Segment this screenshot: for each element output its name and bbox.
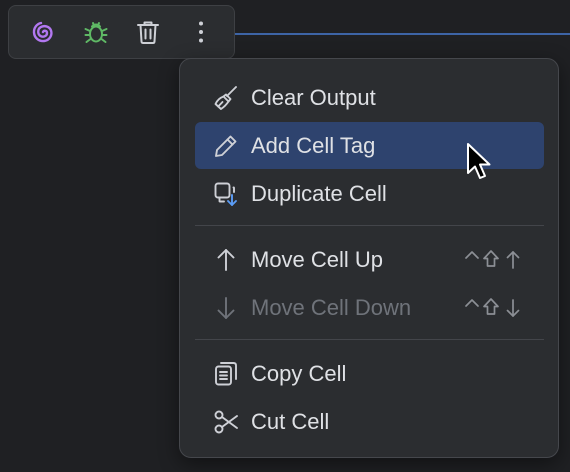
cell-boundary-line bbox=[232, 33, 570, 35]
menu-item-label: Cut Cell bbox=[251, 408, 330, 434]
menu-separator bbox=[195, 225, 544, 226]
menu-item-label: Duplicate Cell bbox=[251, 180, 387, 206]
spiral-icon bbox=[32, 21, 53, 43]
menu-separator bbox=[195, 339, 544, 340]
copy-icon bbox=[212, 360, 240, 388]
debug-button[interactable] bbox=[76, 12, 116, 52]
mouse-pointer-icon bbox=[466, 142, 492, 187]
menu-item-move-cell-up[interactable]: Move Cell Up bbox=[195, 236, 544, 283]
arrow-down-icon bbox=[212, 294, 240, 322]
pencil-icon bbox=[212, 132, 240, 160]
cell-context-menu: Clear Output Add Cell Tag Duplicate Cell bbox=[179, 58, 559, 458]
duplicate-icon bbox=[212, 180, 240, 208]
cell-toolbar bbox=[8, 5, 235, 59]
menu-item-clear-output[interactable]: Clear Output bbox=[195, 74, 544, 121]
broom-icon bbox=[212, 84, 240, 112]
more-actions-button[interactable] bbox=[181, 12, 221, 52]
menu-item-copy-cell[interactable]: Copy Cell bbox=[195, 350, 544, 397]
arrow-up-icon bbox=[212, 246, 240, 274]
shortcut-move-down bbox=[464, 284, 526, 331]
scissors-icon bbox=[212, 408, 240, 436]
menu-item-label: Add Cell Tag bbox=[251, 132, 376, 158]
menu-item-label: Move Cell Up bbox=[251, 246, 384, 272]
delete-cell-button[interactable] bbox=[129, 12, 169, 52]
bug-icon bbox=[84, 22, 108, 43]
shortcut-move-up bbox=[464, 236, 526, 283]
menu-item-cut-cell[interactable]: Cut Cell bbox=[195, 398, 544, 445]
trash-icon bbox=[137, 21, 160, 44]
menu-item-label: Clear Output bbox=[251, 84, 376, 110]
menu-item-label: Copy Cell bbox=[251, 360, 347, 386]
run-spiral-button[interactable] bbox=[23, 12, 63, 52]
more-vertical-icon bbox=[199, 21, 204, 43]
menu-item-move-cell-down[interactable]: Move Cell Down bbox=[195, 284, 544, 331]
menu-item-label: Move Cell Down bbox=[251, 294, 412, 320]
